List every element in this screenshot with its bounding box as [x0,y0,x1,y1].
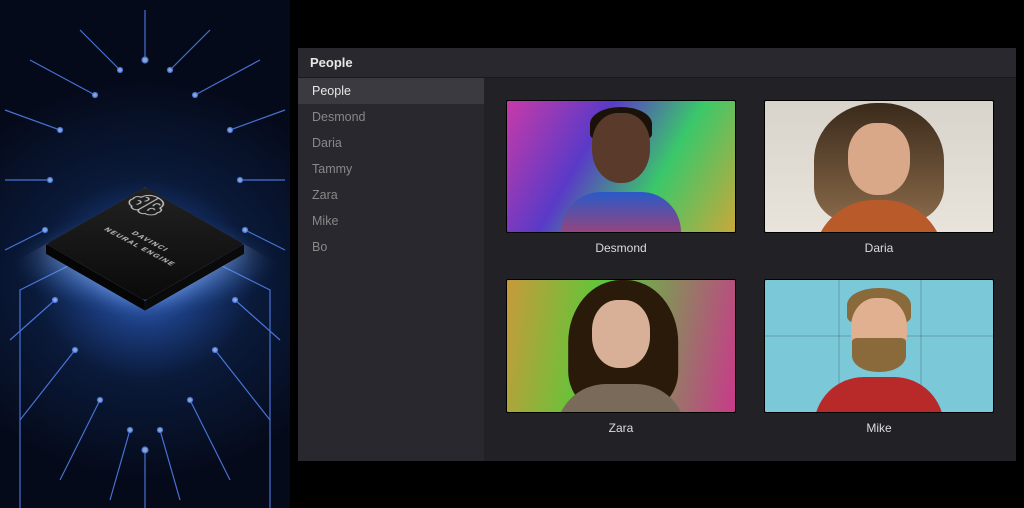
person-name: Desmond [595,241,646,255]
sidebar-item-desmond[interactable]: Desmond [298,104,484,130]
person-card-daria[interactable]: Daria [764,100,994,260]
person-thumb [506,100,736,234]
sidebar-item-people[interactable]: People [298,78,484,104]
sidebar-item-label: Mike [312,214,338,228]
sidebar-item-daria[interactable]: Daria [298,130,484,156]
sidebar: People Desmond Daria Tammy Zara Mike Bo [298,78,484,461]
person-thumb [764,100,994,234]
person-card-desmond[interactable]: Desmond [506,100,736,260]
sidebar-item-tammy[interactable]: Tammy [298,156,484,182]
app-header: People [298,48,1016,78]
sidebar-item-label: Zara [312,188,338,202]
sidebar-item-zara[interactable]: Zara [298,182,484,208]
app-panel: People People Desmond Daria Tammy Zara M… [290,0,1024,508]
sidebar-item-mike[interactable]: Mike [298,208,484,234]
sidebar-item-label: Desmond [312,110,366,124]
page-title: People [310,55,353,70]
people-grid: Desmond Daria Zara [484,78,1016,461]
sidebar-item-label: People [312,84,351,98]
person-name: Daria [865,241,894,255]
sidebar-item-bo[interactable]: Bo [298,234,484,260]
app-body: People Desmond Daria Tammy Zara Mike Bo … [298,78,1016,461]
hero-davinci-neural-engine: DAVINCI NEURAL ENGINE [0,0,290,508]
person-name: Mike [866,421,891,435]
sidebar-item-label: Tammy [312,162,352,176]
person-thumb [506,279,736,413]
person-name: Zara [609,421,634,435]
person-card-zara[interactable]: Zara [506,279,736,439]
person-thumb [764,279,994,413]
sidebar-item-label: Daria [312,136,342,150]
person-card-mike[interactable]: Mike [764,279,994,439]
sidebar-item-label: Bo [312,240,327,254]
app-window: People People Desmond Daria Tammy Zara M… [298,48,1016,461]
